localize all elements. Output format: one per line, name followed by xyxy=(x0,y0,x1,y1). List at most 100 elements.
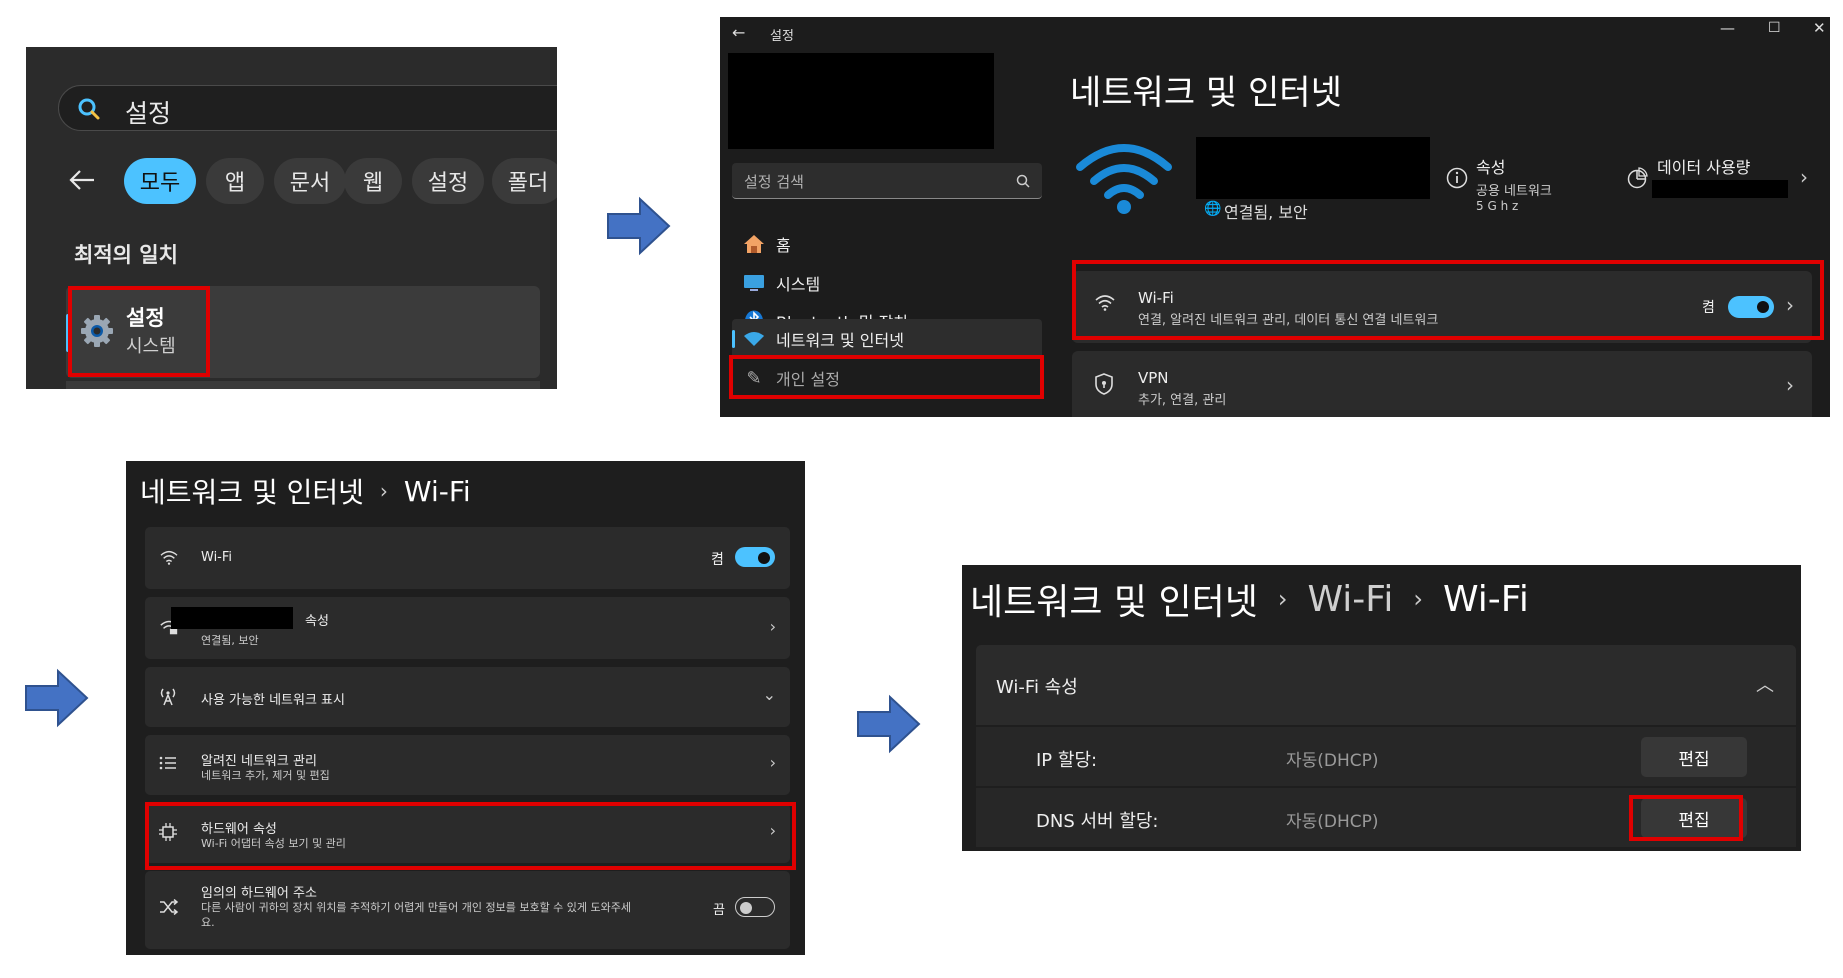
maximize-icon[interactable]: ☐ xyxy=(1768,20,1781,36)
search-icon xyxy=(1016,174,1030,188)
ip-assignment-row: IP 할당: 자동(DHCP) 편집 xyxy=(976,726,1796,786)
chevron-right-icon: › xyxy=(1786,373,1794,397)
ip-edit-button[interactable]: 편집 xyxy=(1641,737,1747,777)
arrow-right-icon xyxy=(857,694,921,754)
search-query: 설정 xyxy=(125,99,172,128)
monitor-icon xyxy=(732,274,776,292)
properties-title[interactable]: 속성 xyxy=(1476,154,1505,178)
start-search-panel: 설정 모두 앱 문서 웹 설정 폴더 최적의 일치 설정 시스템 xyxy=(26,47,557,389)
nav-system-label: 시스템 xyxy=(776,275,821,294)
title-bar: ← 설정 — ☐ ✕ xyxy=(720,17,1830,51)
network-properties-title: 속성 xyxy=(305,614,329,629)
nav-network-label: 네트워크 및 인터넷 xyxy=(776,331,904,350)
vpn-card[interactable]: VPN 추가, 연결, 관리 › xyxy=(1072,351,1812,417)
nav-personalization[interactable]: ✎ 개인 설정 xyxy=(732,358,1042,398)
section-title: Wi-Fi 속성 xyxy=(996,677,1078,698)
wifi-card-subtitle: 연결, 알려진 네트워크 관리, 데이터 통신 연결 네트워크 xyxy=(1138,313,1439,328)
selection-indicator xyxy=(66,314,70,352)
wifi-toggle[interactable] xyxy=(735,547,775,567)
breadcrumb-network[interactable]: 네트워크 및 인터넷 xyxy=(970,573,1258,625)
random-address-subtitle: 다른 사람이 귀하의 장치 위치를 추적하기 어렵게 만들어 개인 정보를 보호… xyxy=(201,901,632,914)
breadcrumb-wifi-current: Wi-Fi xyxy=(1442,578,1529,620)
close-icon[interactable]: ✕ xyxy=(1813,19,1826,37)
breadcrumb-separator: › xyxy=(1277,585,1288,613)
hardware-properties-row[interactable]: 하드웨어 속성 Wi-Fi 어댑터 속성 보기 및 관리 › xyxy=(145,803,790,863)
chevron-right-icon: › xyxy=(769,821,776,840)
wifi-icon xyxy=(1095,295,1115,311)
search-input[interactable]: 설정 xyxy=(58,85,557,131)
settings-search-input[interactable]: 설정 검색 xyxy=(732,163,1042,199)
back-arrow-icon[interactable]: ← xyxy=(732,23,745,42)
wifi-card-title: Wi-Fi xyxy=(1138,289,1174,307)
wifi-properties-page: 네트워크 및 인터넷 › Wi-Fi › Wi-Fi Wi-Fi 속성 ︿ IP… xyxy=(962,565,1801,851)
filter-web[interactable]: 웹 xyxy=(344,158,402,204)
wifi-toggle-row[interactable]: Wi-Fi 켬 xyxy=(145,527,790,589)
nav-home-label: 홈 xyxy=(776,236,791,255)
breadcrumb-network[interactable]: 네트워크 및 인터넷 xyxy=(140,471,364,511)
data-usage-redacted xyxy=(1652,180,1788,198)
random-hardware-address-row[interactable]: 임의의 하드웨어 주소 다른 사람이 귀하의 장치 위치를 추적하기 어렵게 만… xyxy=(145,871,790,949)
minimize-icon[interactable]: — xyxy=(1720,19,1735,37)
connection-status: 연결됨, 보안 xyxy=(1224,203,1308,222)
shield-icon xyxy=(1095,373,1113,395)
back-arrow-icon[interactable] xyxy=(68,168,96,192)
dns-edit-button[interactable]: 편집 xyxy=(1641,798,1747,838)
search-placeholder: 설정 검색 xyxy=(744,173,804,191)
show-networks-title: 사용 가능한 네트워크 표시 xyxy=(201,693,345,708)
show-available-networks-row[interactable]: 사용 가능한 네트워크 표시 ⌄ xyxy=(145,667,790,727)
filter-settings[interactable]: 설정 xyxy=(412,158,484,204)
arrow-right-icon xyxy=(607,196,671,256)
random-address-toggle[interactable] xyxy=(735,897,775,917)
known-networks-subtitle: 네트워크 추가, 제거 및 편집 xyxy=(201,769,330,782)
vpn-card-title: VPN xyxy=(1138,369,1169,387)
chip-icon xyxy=(159,823,177,841)
nav-personalization-label: 개인 설정 xyxy=(776,370,840,389)
dns-assignment-value: 자동(DHCP) xyxy=(1286,812,1379,832)
random-address-toggle-label: 끔 xyxy=(713,903,725,918)
random-address-subtitle-cont: 요. xyxy=(201,916,215,929)
network-properties-row[interactable]: 속성 연결됨, 보안 › xyxy=(145,597,790,659)
arrow-right-icon xyxy=(25,668,89,728)
account-redacted xyxy=(728,53,994,149)
wifi-large-icon xyxy=(1076,144,1172,214)
ip-assignment-label: IP 할당: xyxy=(1036,750,1098,771)
wifi-toggle[interactable] xyxy=(1728,296,1774,318)
chevron-right-icon: › xyxy=(769,753,776,772)
vpn-card-subtitle: 추가, 연결, 관리 xyxy=(1138,393,1227,408)
settings-window: ← 설정 — ☐ ✕ 설정 검색 홈 시스템 Bluetooth 및 장치 네트… xyxy=(720,17,1830,417)
shuffle-icon xyxy=(160,899,179,915)
data-usage-title[interactable]: 데이터 사용량 xyxy=(1657,154,1750,178)
breadcrumb: 네트워크 및 인터넷 › Wi-Fi › Wi-Fi xyxy=(970,573,1529,625)
result-subtitle: 시스템 xyxy=(126,336,176,357)
best-match-result[interactable]: 설정 시스템 xyxy=(66,286,540,378)
ssid-redacted xyxy=(1196,137,1430,199)
filter-all[interactable]: 모두 xyxy=(124,158,196,204)
chevron-down-icon: ⌄ xyxy=(762,685,776,704)
page-title: 네트워크 및 인터넷 xyxy=(1070,73,1342,113)
filter-folders[interactable]: 폴더 xyxy=(492,158,557,204)
known-networks-row[interactable]: 알려진 네트워크 관리 네트워크 추가, 제거 및 편집 › xyxy=(145,735,790,795)
list-icon xyxy=(159,756,176,770)
filter-apps[interactable]: 앱 xyxy=(206,158,264,204)
dns-assignment-label: DNS 서버 할당: xyxy=(1036,811,1159,832)
globe-icon: 🌐 xyxy=(1204,201,1222,217)
pie-chart-icon xyxy=(1627,167,1648,189)
wifi-card[interactable]: Wi-Fi 연결, 알려진 네트워크 관리, 데이터 통신 연결 네트워크 켬 … xyxy=(1072,271,1812,343)
breadcrumb-wifi[interactable]: Wi-Fi xyxy=(1307,579,1393,620)
nav-home[interactable]: 홈 xyxy=(732,224,1042,264)
ip-assignment-value: 자동(DHCP) xyxy=(1286,751,1379,771)
next-result-row xyxy=(66,381,540,389)
wifi-properties-section-header[interactable]: Wi-Fi 속성 ︿ xyxy=(976,645,1796,725)
breadcrumb: 네트워크 및 인터넷 › Wi-Fi xyxy=(140,471,471,511)
filter-documents[interactable]: 문서 xyxy=(274,158,346,204)
wifi-icon xyxy=(160,550,178,565)
dns-assignment-row: DNS 서버 할당: 자동(DHCP) 편집 xyxy=(976,787,1796,847)
nav-network[interactable]: 네트워크 및 인터넷 xyxy=(732,319,1042,359)
ssid-redacted xyxy=(171,607,293,629)
chevron-right-icon[interactable]: › xyxy=(1800,165,1808,189)
result-title: 설정 xyxy=(126,306,165,330)
nav-system[interactable]: 시스템 xyxy=(732,263,1042,303)
info-icon xyxy=(1446,167,1468,189)
antenna-icon xyxy=(160,688,176,706)
wifi-toggle-label: 켬 xyxy=(711,552,724,568)
